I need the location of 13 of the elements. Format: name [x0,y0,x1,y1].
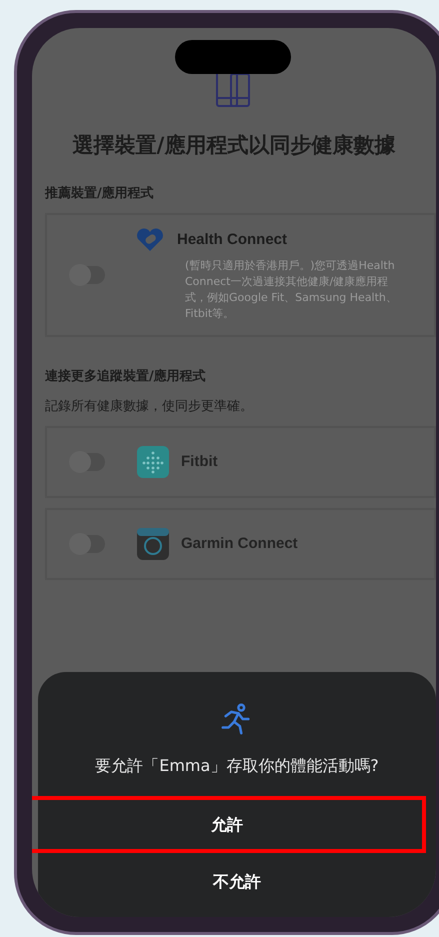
circle-app-icon [137,528,169,560]
dialog-button[interactable]: 允許 [32,796,426,853]
app-name: Garmin Connect [181,534,298,554]
heart-logo-icon [135,228,165,252]
section-heading: 連接更多追蹤裝置/應用程式 [45,368,207,386]
app-name: Health Connect [177,230,288,250]
section-heading: 推薦裝置/應用程式 [45,184,155,202]
dialog-message: 要允許「Emma」存取你的體能活動嗎? [95,755,379,777]
section-subtitle: 記錄所有健康數據，使同步更準確。 [45,398,254,416]
app-description: (暫時只適用於香港用戶。)您可透過Health Connect一次過連接其他健康/健康應用程式，例如Google Fit、Samsung Health、Fitbit等。 [185,258,398,322]
page-title: 選擇裝置/應用程式以同步健康數據 [72,132,396,159]
dialog-button[interactable]: 不允許 [38,853,436,910]
dots-app-icon [137,446,169,478]
